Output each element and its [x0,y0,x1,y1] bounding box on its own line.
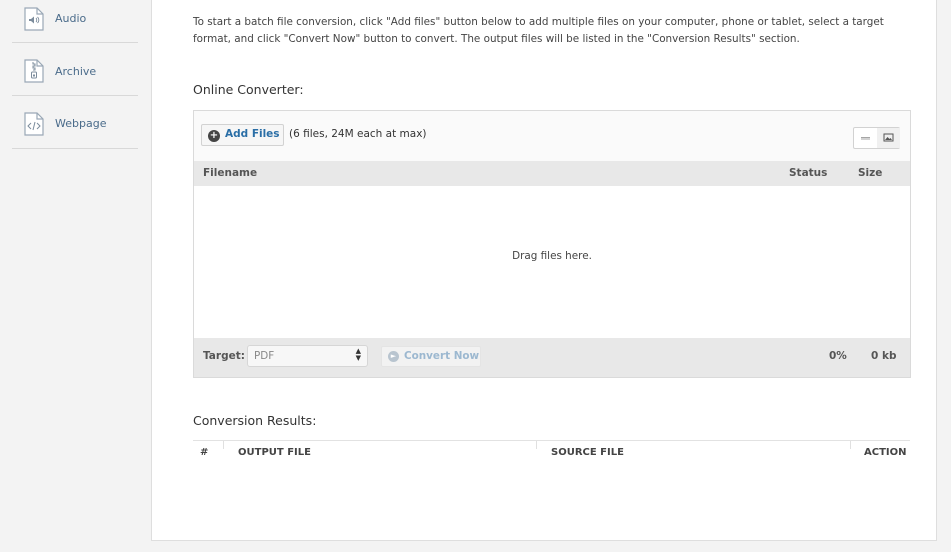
column-source-file: SOURCE FILE [551,447,624,458]
sidebar-item-webpage[interactable]: Webpage [12,96,138,149]
file-limit-text: (6 files, 24M each at max) [289,128,427,140]
main-panel: To start a batch file conversion, click … [151,0,937,541]
image-view-icon [883,133,894,142]
drop-zone[interactable]: Drag files here. [194,186,910,338]
sidebar: Audio Archive Webpage [0,0,150,552]
conversion-results-title: Conversion Results: [193,413,317,428]
list-view-button[interactable] [854,128,878,148]
progress-percent: 0% [829,350,847,362]
column-divider [536,441,537,449]
convert-now-button[interactable]: ► Convert Now [381,346,481,367]
audio-file-icon [24,7,44,31]
column-divider [223,441,224,449]
add-files-label: Add Files [225,128,280,140]
plus-icon: + [208,129,220,142]
intro-text: To start a batch file conversion, click … [193,16,884,45]
converter-toolbar: + Add Files (6 files, 24M each at max) [194,111,910,162]
view-toggle [853,127,900,149]
results-table-header: # OUTPUT FILE SOURCE FILE ACTION [193,440,910,471]
select-arrows-icon: ▲ ▼ [355,347,361,362]
converter-footer: Target: PDF ▲ ▼ ► Convert Now 0% 0 kb [194,338,910,377]
target-format-select[interactable]: PDF ▲ ▼ [247,345,368,367]
sidebar-item-label: Webpage [55,117,107,130]
target-label: Target: [203,350,245,362]
list-view-icon [861,137,870,140]
sidebar-item-archive[interactable]: Archive [12,43,138,96]
thumbnail-view-button[interactable] [877,128,900,148]
arrow-right-circle-icon: ► [388,351,399,362]
column-divider [850,441,851,449]
converter-box: + Add Files (6 files, 24M each at max) F… [193,110,911,378]
sidebar-item-label: Audio [55,12,87,25]
webpage-file-icon [24,112,44,136]
column-status: Status [789,167,828,179]
drop-zone-text: Drag files here. [512,250,592,262]
column-action: ACTION [864,447,907,458]
column-index: # [200,447,209,458]
online-converter-title: Online Converter: [193,82,304,97]
convert-now-label: Convert Now [404,350,480,362]
sidebar-item-label: Archive [55,65,97,78]
sidebar-item-audio[interactable]: Audio [12,0,138,43]
total-size: 0 kb [871,350,897,362]
column-size: Size [858,167,883,179]
target-format-value: PDF [254,350,275,362]
column-output-file: OUTPUT FILE [238,447,311,458]
file-table-header: Filename Status Size [194,161,910,186]
column-filename: Filename [203,167,258,179]
archive-file-icon [24,59,44,83]
add-files-button[interactable]: + Add Files [201,124,284,146]
